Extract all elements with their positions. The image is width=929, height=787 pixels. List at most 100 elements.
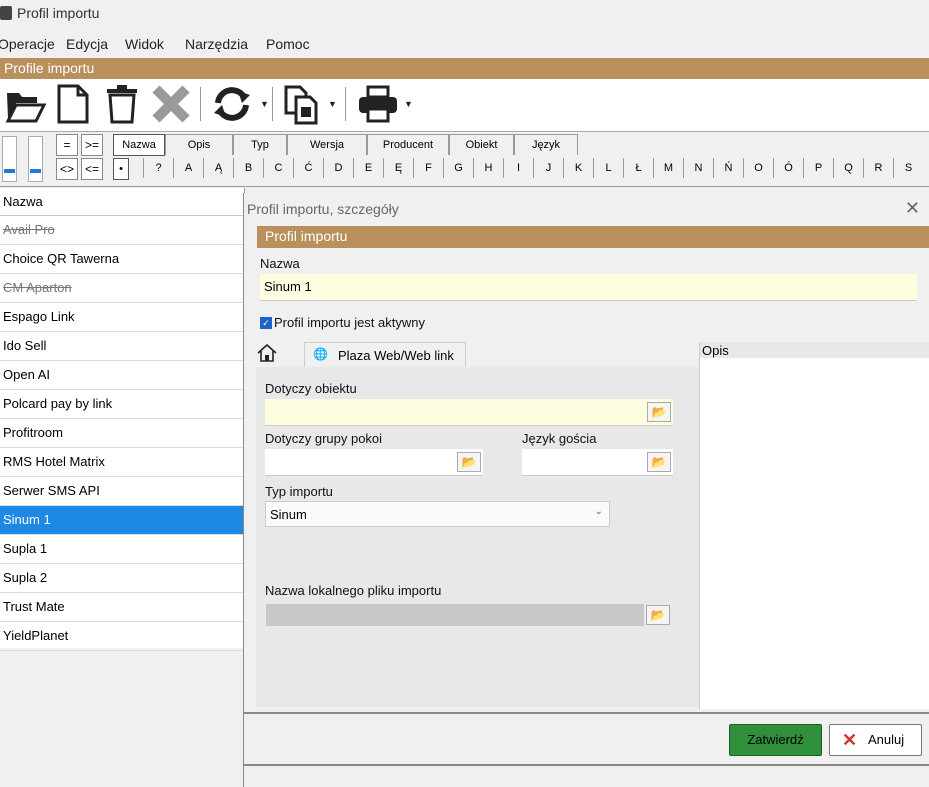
refresh-dropdown-icon[interactable]: ▼: [260, 99, 269, 109]
letter-filter-item[interactable]: L: [593, 158, 623, 178]
letter-filter-item[interactable]: O: [743, 158, 773, 178]
toolbar-separator: [272, 87, 273, 121]
object-field[interactable]: [265, 399, 673, 426]
name-label: Nazwa: [260, 256, 300, 271]
room-group-browse-folder-icon[interactable]: 📂: [457, 452, 481, 472]
opis-panel[interactable]: Opis: [699, 342, 929, 709]
letter-filter-item[interactable]: Q: [833, 158, 863, 178]
name-field[interactable]: Sinum 1: [260, 274, 917, 301]
list-item[interactable]: Supla 2: [0, 564, 244, 593]
letter-filter-item[interactable]: Ó: [773, 158, 803, 178]
list-item[interactable]: Ido Sell: [0, 332, 244, 361]
cancel-button[interactable]: ✕ Anuluj: [829, 724, 922, 756]
list-item[interactable]: Choice QR Tawerna: [0, 245, 244, 274]
letter-filter-item[interactable]: ?: [143, 158, 173, 178]
tab-typ[interactable]: Typ: [233, 134, 287, 155]
chevron-down-icon: ⌄: [594, 506, 603, 517]
list-item[interactable]: Avail Pro: [0, 216, 244, 245]
letter-filter-item[interactable]: N: [683, 158, 713, 178]
letter-filter-item[interactable]: D: [323, 158, 353, 178]
letter-filter-item[interactable]: J: [533, 158, 563, 178]
new-document-icon[interactable]: [56, 83, 90, 125]
toolbar-separator: [345, 87, 346, 121]
tab-wersja[interactable]: Wersja: [287, 134, 367, 155]
confirm-button[interactable]: Zatwierdź: [729, 724, 822, 756]
list-item[interactable]: Trust Mate: [0, 593, 244, 622]
filter-slider[interactable]: [28, 136, 43, 182]
tab-opis[interactable]: Opis: [165, 134, 233, 155]
letter-filter-item[interactable]: P: [803, 158, 833, 178]
menu-edycja[interactable]: Edycja: [66, 36, 108, 52]
letter-filter-item[interactable]: Ć: [293, 158, 323, 178]
list-item[interactable]: YieldPlanet: [0, 622, 244, 651]
operator-equal[interactable]: =: [56, 134, 78, 156]
export-dropdown-icon[interactable]: ▼: [328, 99, 337, 109]
tab-nazwa[interactable]: Nazwa: [113, 134, 165, 156]
letter-filter-item[interactable]: I: [503, 158, 533, 178]
letter-filter-item[interactable]: Ł: [623, 158, 653, 178]
list-item-name: Choice QR Tawerna: [3, 251, 120, 266]
letter-filter-item[interactable]: Ą: [203, 158, 233, 178]
list-header-nazwa: Nazwa: [3, 194, 43, 209]
list-item-name: Sinum 1: [3, 512, 51, 527]
list-item[interactable]: Profitroom: [0, 419, 244, 448]
refresh-icon[interactable]: [210, 83, 254, 125]
close-icon: ✕: [842, 730, 858, 750]
toolbar: ▼ ▼ ▼: [0, 79, 929, 132]
print-icon[interactable]: [356, 83, 400, 125]
details-dialog: Profil importu, szczegóły ✕ Profil impor…: [243, 193, 929, 787]
letter-filter-item[interactable]: H: [473, 158, 503, 178]
letter-filter-item[interactable]: Ń: [713, 158, 743, 178]
trash-icon[interactable]: [104, 83, 140, 125]
print-dropdown-icon[interactable]: ▼: [404, 99, 413, 109]
tab-obiekt[interactable]: Obiekt: [449, 134, 514, 155]
letter-filter-item[interactable]: A: [173, 158, 203, 178]
list-item[interactable]: RMS Hotel Matrix: [0, 448, 244, 477]
list-item[interactable]: Polcard pay by link: [0, 390, 244, 419]
window-title: Profil importu: [17, 5, 100, 21]
delete-x-icon[interactable]: [150, 83, 192, 125]
list-item[interactable]: Supla 1: [0, 535, 244, 564]
operator-greater-equal[interactable]: >=: [81, 134, 103, 156]
export-icon[interactable]: [282, 83, 322, 125]
guest-language-browse-folder-icon[interactable]: 📂: [647, 452, 671, 472]
filter-slider[interactable]: [2, 136, 17, 182]
list-item[interactable]: Sinum 1: [0, 506, 244, 535]
letter-filter-item[interactable]: R: [863, 158, 893, 178]
letter-filter-item[interactable]: •: [113, 158, 129, 180]
tab-home[interactable]: [256, 343, 300, 367]
letter-filter-item[interactable]: F: [413, 158, 443, 178]
operator-not-equal[interactable]: <>: [56, 158, 78, 180]
list-item[interactable]: CM Aparton: [0, 274, 244, 303]
object-browse-folder-icon[interactable]: 📂: [647, 402, 671, 422]
list-header[interactable]: Nazwa: [0, 188, 244, 216]
menu-narzedzia[interactable]: Narzędzia: [185, 36, 248, 52]
close-icon[interactable]: ✕: [905, 198, 920, 219]
menu-pomoc[interactable]: Pomoc: [266, 36, 310, 52]
room-group-field[interactable]: [265, 449, 483, 476]
letter-filter-item[interactable]: E: [353, 158, 383, 178]
menu-widok[interactable]: Widok: [125, 36, 164, 52]
import-type-select[interactable]: Sinum ⌄: [265, 501, 610, 527]
tab-jezyk[interactable]: Język: [514, 134, 578, 155]
tab-plaza-web[interactable]: 🌐 Plaza Web/Web link: [304, 342, 466, 368]
letter-filter-item[interactable]: Ę: [383, 158, 413, 178]
letter-filter-item[interactable]: S: [893, 158, 923, 178]
open-folder-icon[interactable]: [4, 83, 46, 125]
room-group-label: Dotyczy grupy pokoi: [265, 431, 383, 446]
letter-filter-item[interactable]: K: [563, 158, 593, 178]
list-item[interactable]: Open AI: [0, 361, 244, 390]
list-item[interactable]: Espago Link: [0, 303, 244, 332]
tab-producent[interactable]: Producent: [367, 134, 449, 155]
letter-filter-item[interactable]: G: [443, 158, 473, 178]
letter-filter-item[interactable]: C: [263, 158, 293, 178]
active-checkbox[interactable]: ✓: [260, 317, 272, 329]
list-item-name: Open AI: [3, 367, 50, 382]
list-item[interactable]: Serwer SMS API: [0, 477, 244, 506]
menu-operacje[interactable]: Operacje: [0, 36, 55, 52]
letter-filter-item[interactable]: B: [233, 158, 263, 178]
dialog-header: Profil importu: [257, 226, 929, 248]
import-type-label: Typ importu: [265, 484, 333, 499]
operator-less-equal[interactable]: <=: [81, 158, 103, 180]
letter-filter-item[interactable]: M: [653, 158, 683, 178]
